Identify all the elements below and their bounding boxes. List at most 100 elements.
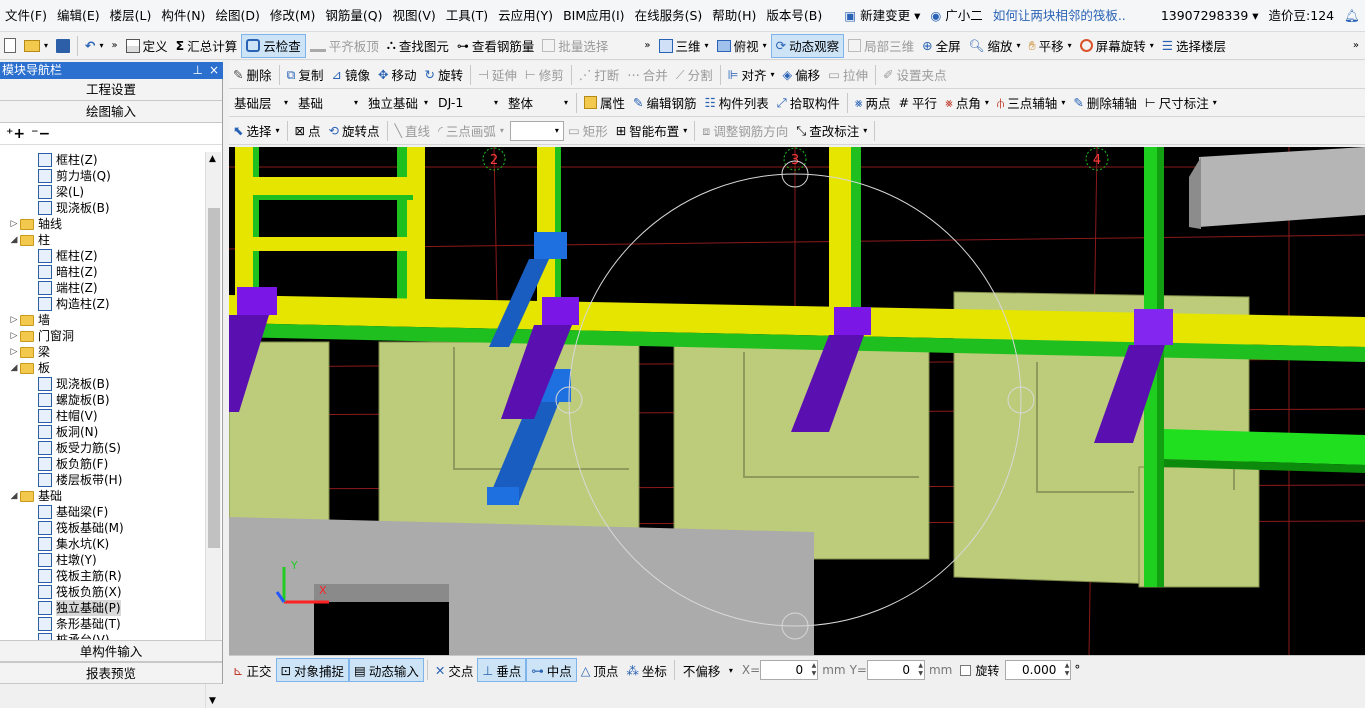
scroll-down-icon[interactable]: ▼: [209, 696, 216, 706]
menu-item-1[interactable]: 编辑(E): [52, 0, 105, 31]
batch-select-button[interactable]: 批量选择: [538, 34, 612, 58]
view-rebar-button[interactable]: ⊶ 查看钢筋量: [453, 34, 539, 58]
overflow-chevron-3[interactable]: »: [1349, 34, 1363, 58]
open-button[interactable]: ▾: [20, 34, 52, 58]
overflow-chevron[interactable]: »: [108, 34, 122, 58]
delete-axis-button[interactable]: ✎ 删除辅轴: [1069, 91, 1141, 115]
tree-item[interactable]: 现浇板(B): [0, 200, 205, 216]
merge-button[interactable]: ⋯ 合并: [623, 63, 672, 87]
local-3d-button[interactable]: 局部三维: [844, 34, 918, 58]
two-point-button[interactable]: ⨳ 两点: [851, 91, 895, 115]
collapse-all-icon[interactable]: ⁻−: [31, 126, 50, 142]
expand-icon[interactable]: ▷: [8, 344, 20, 360]
offset-button[interactable]: ◈ 偏移: [779, 63, 825, 87]
mirror-button[interactable]: ⊿ 镜像: [327, 63, 374, 87]
menu-item-7[interactable]: 视图(V): [387, 0, 440, 31]
3d-viewport[interactable]: 2 3 4 X Y: [229, 147, 1365, 655]
check-label-button[interactable]: ⤡ 查改标注 ▾: [792, 119, 871, 143]
set-grip-button[interactable]: ✐ 设置夹点: [879, 63, 951, 87]
scroll-up-icon[interactable]: ▲: [209, 154, 216, 164]
tree-item[interactable]: 集水坑(K): [0, 536, 205, 552]
line-tool-button[interactable]: ╲ 直线: [391, 119, 435, 143]
delete-button[interactable]: ✎ 删除: [229, 63, 276, 87]
spin-icon[interactable]: ▲ ▼: [918, 662, 923, 678]
pan-button[interactable]: ✋︎ 平移 ▾: [1025, 34, 1076, 58]
tree-item[interactable]: ◢ 柱: [0, 232, 205, 248]
menu-item-0[interactable]: 文件(F): [0, 0, 52, 31]
expand-all-icon[interactable]: ⁺+: [6, 126, 25, 142]
menu-item-11[interactable]: 在线服务(S): [630, 0, 708, 31]
close-panel-icon[interactable]: ×: [209, 62, 219, 79]
dimension-button[interactable]: ⊢ 尺寸标注 ▾: [1141, 91, 1221, 115]
intersect-snap[interactable]: ✕ 交点: [431, 658, 478, 682]
align-button[interactable]: ⊫ 对齐 ▾: [724, 63, 779, 87]
undo-button[interactable]: ↶ ▾: [81, 34, 108, 58]
overflow-chevron-2[interactable]: »: [640, 34, 654, 58]
tree-item[interactable]: ▷ 门窗洞: [0, 328, 205, 344]
extend-button[interactable]: ⊣ 延伸: [474, 63, 521, 87]
collapse-icon[interactable]: ◢: [8, 488, 20, 504]
snap-toggle[interactable]: ⊡ 对象捕捉: [275, 658, 349, 682]
trim-button[interactable]: ⊢ 修剪: [521, 63, 568, 87]
tree-item[interactable]: ◢ 板: [0, 360, 205, 376]
tree-item[interactable]: 柱帽(V): [0, 408, 205, 424]
expand-icon[interactable]: ▷: [8, 328, 20, 344]
top-view-button[interactable]: 俯视 ▾: [713, 34, 771, 58]
tree-item[interactable]: 筏板基础(M): [0, 520, 205, 536]
tree-item[interactable]: ◢ 基础: [0, 488, 205, 504]
component-list-button[interactable]: ☷ 构件列表: [701, 91, 773, 115]
account-menu[interactable]: 13907298339 ▾: [1156, 0, 1264, 31]
menu-item-3[interactable]: 构件(N): [156, 0, 210, 31]
expand-icon[interactable]: ▷: [8, 312, 20, 328]
select-tool-button[interactable]: ⬉ 选择 ▾: [229, 119, 284, 143]
tree-item[interactable]: 筏板负筋(X): [0, 584, 205, 600]
rotate-checkbox[interactable]: [960, 664, 972, 676]
category-select[interactable]: 基础 ▾: [293, 93, 363, 113]
type-select[interactable]: 独立基础 ▾: [363, 93, 433, 113]
question-link[interactable]: 如何让两块相邻的筏板..: [988, 0, 1156, 31]
tree-item[interactable]: ▷ 墙: [0, 312, 205, 328]
tree-item[interactable]: 板洞(N): [0, 424, 205, 440]
point-tool-button[interactable]: ⊠ 点: [291, 119, 325, 143]
sum-button[interactable]: Σ 汇总计算: [172, 34, 242, 58]
notification-icon[interactable]: 🔔︎: [1339, 0, 1365, 31]
pick-component-button[interactable]: ⤢ 拾取构件: [773, 91, 844, 115]
coord-snap[interactable]: ⁂ 坐标: [622, 658, 671, 682]
y-input[interactable]: 0 ▲ ▼: [866, 660, 925, 680]
tree-item[interactable]: 构造柱(Z): [0, 296, 205, 312]
scroll-thumb[interactable]: [208, 208, 220, 548]
tree-item[interactable]: 条形基础(T): [0, 616, 205, 632]
arc-mode-select[interactable]: ▾: [509, 120, 564, 141]
menu-item-8[interactable]: 工具(T): [441, 0, 493, 31]
break-button[interactable]: ⋰ 打断: [575, 63, 624, 87]
project-settings-button[interactable]: 工程设置: [0, 79, 222, 101]
pin-icon[interactable]: ⊥: [193, 62, 203, 79]
tree-item[interactable]: 端柱(Z): [0, 280, 205, 296]
new-file-button[interactable]: [0, 34, 20, 58]
level-slab-button[interactable]: 平齐板顶: [306, 34, 383, 58]
smart-layout-button[interactable]: ⊞ 智能布置 ▾: [612, 119, 692, 143]
ortho-toggle[interactable]: ⊾ 正交: [229, 658, 276, 682]
floor-select[interactable]: 基础层 ▾: [229, 93, 293, 113]
tree-item[interactable]: 梁(L): [0, 184, 205, 200]
tree-item[interactable]: 板受力筋(S): [0, 440, 205, 456]
menu-item-5[interactable]: 修改(M): [265, 0, 321, 31]
cloud-check-button[interactable]: 云检查: [241, 33, 306, 58]
find-element-button[interactable]: ⛬ 查找图元: [383, 34, 453, 58]
dynamic-orbit-button[interactable]: ⟳ 动态观察: [770, 33, 845, 58]
rotate-button[interactable]: ↻ 旋转: [420, 63, 467, 87]
dyn-input-toggle[interactable]: ▤ 动态输入: [349, 658, 424, 682]
offset-mode-select[interactable]: 不偏移 ▾: [678, 660, 738, 680]
edit-rebar-button[interactable]: ✎ 编辑钢筋: [629, 91, 701, 115]
rotate-screen-button[interactable]: 屏幕旋转 ▾: [1076, 34, 1158, 58]
tree-item[interactable]: 楼层板带(H): [0, 472, 205, 488]
tree-item[interactable]: ▷ 轴线: [0, 216, 205, 232]
spin-icon[interactable]: ▲ ▼: [812, 662, 817, 678]
tree-item[interactable]: 螺旋板(B): [0, 392, 205, 408]
x-input[interactable]: 0 ▲ ▼: [760, 660, 819, 680]
tree-item[interactable]: 框柱(Z): [0, 248, 205, 264]
menu-item-6[interactable]: 钢筋量(Q): [320, 0, 387, 31]
tree-item[interactable]: 框柱(Z): [0, 152, 205, 168]
parallel-button[interactable]: # 平行: [895, 91, 942, 115]
drawing-input-button[interactable]: 绘图输入: [0, 101, 222, 123]
